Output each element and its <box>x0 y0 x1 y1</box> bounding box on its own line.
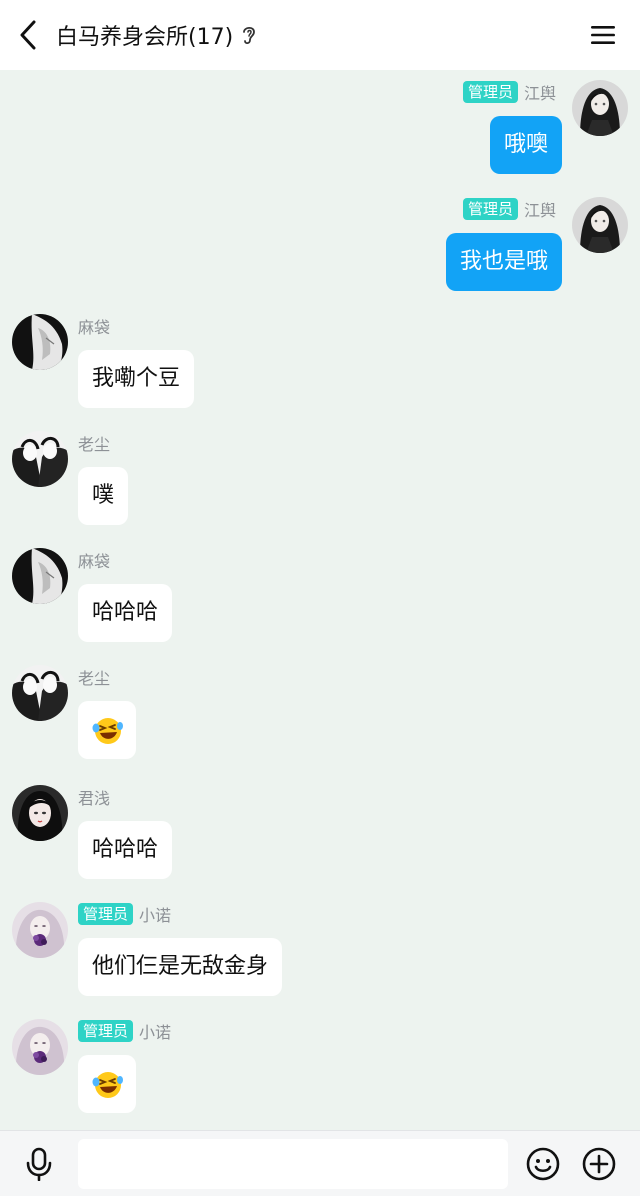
admin-badge: 管理员 <box>78 903 134 925</box>
message-bubble[interactable]: 噗 <box>78 467 129 525</box>
avatar[interactable] <box>12 902 68 958</box>
sender-name: 小诺 <box>139 1023 172 1042</box>
sender-name: 麻袋 <box>78 318 111 337</box>
plus-circle-icon <box>582 1147 616 1181</box>
sender-meta: 君浅 <box>78 785 110 809</box>
admin-badge: 管理员 <box>78 1020 134 1042</box>
voice-button[interactable] <box>22 1145 56 1183</box>
chat-header: 白马养身会所(17) <box>0 0 640 70</box>
admin-badge: 管理员 <box>462 198 518 220</box>
back-button[interactable] <box>10 15 46 55</box>
ear-icon <box>241 24 259 46</box>
avatar[interactable] <box>572 80 628 136</box>
sender-meta: 老尘 <box>78 431 110 455</box>
laughing-tears-emoji-icon <box>92 718 123 744</box>
avatar[interactable] <box>12 785 68 841</box>
message-list[interactable]: 管理员 江舆 哦噢 管理员 江舆 我也是哦 麻袋 我嘞个豆 老尘 噗 麻袋 哈哈… <box>0 70 640 1130</box>
sender-meta: 管理员 江舆 <box>462 80 556 104</box>
avatar[interactable] <box>12 665 68 721</box>
avatar[interactable] <box>12 314 68 370</box>
avatar[interactable] <box>12 548 68 604</box>
microphone-icon <box>26 1147 52 1181</box>
avatar[interactable] <box>572 197 628 253</box>
sender-name: 老尘 <box>78 669 111 688</box>
message-bubble[interactable]: 他们仨是无敌金身 <box>78 938 283 996</box>
message-bubble[interactable]: 我也是哦 <box>445 233 562 291</box>
avatar[interactable] <box>12 1019 68 1075</box>
sender-meta: 管理员 小诺 <box>78 1019 171 1043</box>
sender-name: 小诺 <box>139 906 172 925</box>
sender-meta: 麻袋 <box>78 314 110 338</box>
input-bar <box>0 1130 640 1196</box>
sender-name: 江舆 <box>523 201 556 220</box>
sender-meta: 老尘 <box>78 665 110 689</box>
admin-badge: 管理员 <box>462 81 518 103</box>
title-area[interactable]: 白马养身会所(17) <box>56 18 259 52</box>
message-bubble[interactable]: 我嘞个豆 <box>78 350 195 408</box>
more-button[interactable] <box>580 1145 618 1183</box>
message-bubble[interactable] <box>78 1055 136 1113</box>
menu-icon <box>591 26 615 44</box>
laughing-tears-emoji-icon <box>92 1072 123 1098</box>
sender-name: 老尘 <box>78 435 111 454</box>
sender-name: 麻袋 <box>78 552 111 571</box>
message-bubble[interactable]: 哈哈哈 <box>78 821 173 879</box>
message-bubble[interactable]: 哈哈哈 <box>78 584 173 642</box>
sender-name: 江舆 <box>523 84 556 103</box>
chevron-left-icon <box>20 20 36 50</box>
sender-meta: 管理员 小诺 <box>78 902 171 926</box>
smiley-icon <box>526 1147 560 1181</box>
sender-meta: 麻袋 <box>78 548 110 572</box>
menu-button[interactable] <box>588 20 618 50</box>
message-bubble[interactable] <box>78 701 136 759</box>
sender-meta: 管理员 江舆 <box>462 197 556 221</box>
sender-name: 君浅 <box>78 789 111 808</box>
message-input[interactable] <box>78 1139 508 1189</box>
emoji-button[interactable] <box>524 1145 562 1183</box>
message-bubble[interactable]: 哦噢 <box>489 116 562 174</box>
avatar[interactable] <box>12 431 68 487</box>
group-title: 白马养身会所(17) <box>56 25 234 50</box>
